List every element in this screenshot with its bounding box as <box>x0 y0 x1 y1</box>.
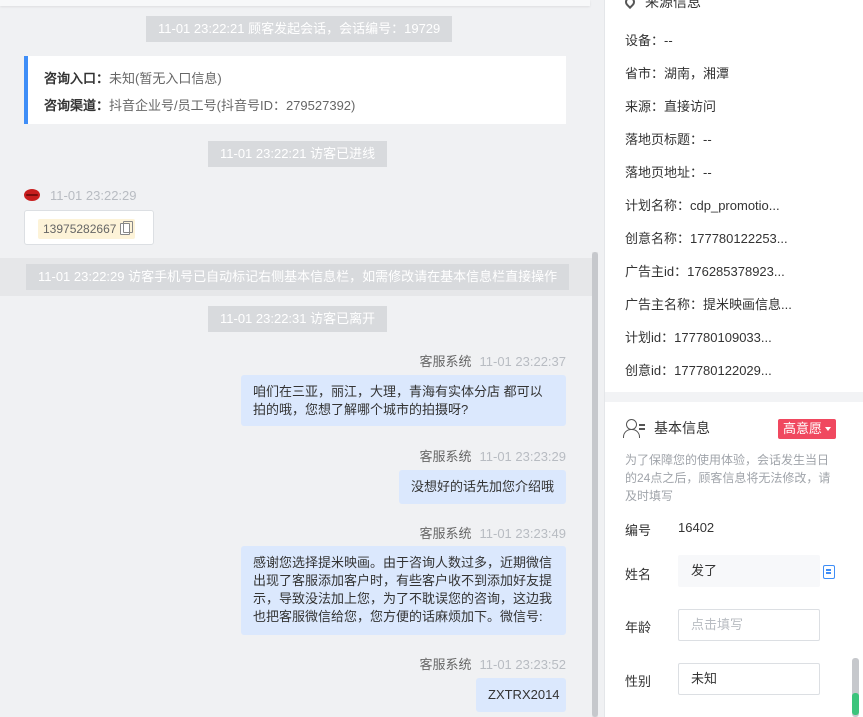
agent-message-header: 客服系统 11-01 23:23:49 <box>419 523 566 542</box>
agent-message-bubble: 咱们在三亚，丽江，大理，青海有实体分店 都可以拍的哦，您想了解哪个城市的拍摄呀? <box>241 375 566 426</box>
source-row-landing-url: 落地页地址：-- <box>625 162 712 181</box>
source-row-value: 177780109033... <box>674 330 772 345</box>
consult-entry-label: 咨询入口： <box>44 71 110 86</box>
name-label: 姓名 <box>625 567 652 582</box>
source-row-value: 177780122029... <box>674 363 772 378</box>
source-row-label: 计划id： <box>625 330 675 345</box>
source-row-label: 来源： <box>625 99 665 114</box>
source-row-value: 177780122253... <box>690 231 788 246</box>
source-row-value: -- <box>703 165 712 180</box>
section-divider <box>605 392 863 402</box>
source-row-label: 广告主名称： <box>625 297 704 312</box>
agent-sender-name: 客服系统 <box>419 354 472 369</box>
name-field[interactable]: 发了 <box>678 555 820 587</box>
visitor-entered-notice: 11-01 23:22:21 访客已进线 <box>208 141 388 167</box>
agent-message-header: 客服系统 11-01 23:23:29 <box>419 446 566 465</box>
visitor-phone-number: 13975282667 <box>43 222 117 236</box>
source-row-label: 省市： <box>625 66 665 81</box>
edit-deadline-hint: 为了保障您的使用体验，会话发生当日的24点之后，顾客信息将无法修改，请及时填写 <box>625 453 831 503</box>
edit-icon[interactable] <box>823 565 835 579</box>
agent-message-time: 11-01 23:22:37 <box>479 354 567 369</box>
source-row-advertiser-name: 广告主名称：提米映画信息... <box>625 294 792 313</box>
source-info-title: 来源信息 <box>622 0 701 12</box>
source-row-label: 落地页标题： <box>625 132 704 147</box>
copy-icon[interactable] <box>120 221 134 235</box>
location-pin-icon <box>622 0 638 10</box>
session-start-notice: 11-01 23:22:21 顾客发起会话，会话编号：19729 <box>146 16 453 42</box>
source-row-label: 落地页地址： <box>625 165 704 180</box>
source-row-value: cdp_promotio... <box>690 198 780 213</box>
agent-sender-name: 客服系统 <box>419 526 472 541</box>
source-row-plan-id: 计划id：177780109033... <box>625 327 772 346</box>
source-row-label: 广告主id： <box>625 264 688 279</box>
customer-info-panel: 来源信息 设备：-- 省市：湖南，湘潭 来源：直接访问 落地页标题：-- 落地页… <box>604 0 863 717</box>
gender-field[interactable]: 未知 <box>678 663 820 695</box>
source-row-source: 来源：直接访问 <box>625 96 716 115</box>
source-row-value: 直接访问 <box>664 99 717 114</box>
age-label: 年龄 <box>625 620 652 635</box>
agent-message-time: 11-01 23:23:49 <box>479 526 567 541</box>
agent-message-header: 客服系统 11-01 23:22:37 <box>419 351 566 370</box>
basic-info-title-text: 基本信息 <box>654 420 710 436</box>
intent-level-label: 高意愿 <box>783 421 823 436</box>
chat-panel: 11-01 23:22:21 顾客发起会话，会话编号：19729 咨询入口：未知… <box>0 0 603 717</box>
visitor-message-time: 11-01 23:22:29 <box>50 187 137 203</box>
chat-scrollbar-thumb[interactable] <box>592 252 598 717</box>
source-row-landing-title: 落地页标题：-- <box>625 129 712 148</box>
source-row-province: 省市：湖南，湘潭 <box>625 63 729 82</box>
source-row-value: 176285378923... <box>687 264 785 279</box>
source-info-title-text: 来源信息 <box>645 0 701 10</box>
id-value: 16402 <box>678 520 715 535</box>
visitor-message-header: 11-01 23:22:29 <box>24 185 137 205</box>
info-panel-scrollbar[interactable] <box>852 658 859 717</box>
chat-scrollbar[interactable] <box>592 252 598 717</box>
consult-entry-value: 未知(暂无入口信息) <box>109 71 222 86</box>
agent-message-bubble: ZXTRX2014 <box>476 678 566 712</box>
agent-message-time: 11-01 23:23:29 <box>479 449 567 464</box>
basic-info-title: 基本信息 <box>623 418 710 438</box>
agent-message-time: 11-01 23:23:52 <box>479 657 567 672</box>
visitor-phone-card: 13975282667 <box>24 210 154 245</box>
source-row-label: 设备： <box>625 33 665 48</box>
source-row-plan-name: 计划名称：cdp_promotio... <box>625 195 780 214</box>
consult-channel-value: 抖音企业号/员工号(抖音号ID：279527392) <box>109 98 356 113</box>
source-row-value: 湖南，湘潭 <box>664 66 730 81</box>
user-info-icon <box>623 419 645 438</box>
source-row-label: 创意id： <box>625 363 675 378</box>
source-row-creative-id: 创意id：177780122029... <box>625 360 772 379</box>
id-label: 编号 <box>625 523 652 538</box>
age-field[interactable]: 点击填写 <box>678 609 820 641</box>
source-row-creative-name: 创意名称：177780122253... <box>625 228 788 247</box>
consult-channel-row: 咨询渠道：抖音企业号/员工号(抖音号ID：279527392) <box>44 92 566 119</box>
source-row-label: 创意名称： <box>625 231 691 246</box>
caret-down-icon <box>825 427 832 431</box>
consult-info-card: 咨询入口：未知(暂无入口信息) 咨询渠道：抖音企业号/员工号(抖音号ID：279… <box>24 56 566 124</box>
phone-auto-tag-notice-bar: 11-01 23:22:29 访客手机号已自动标记右侧基本信息栏，如需修改请在基… <box>0 258 592 296</box>
visitor-phone-chip[interactable]: 13975282667 <box>38 219 136 239</box>
visitor-left-notice: 11-01 23:22:31 访客已离开 <box>208 306 388 332</box>
intent-level-dropdown[interactable]: 高意愿 <box>778 419 837 439</box>
chat-top-bar <box>0 0 590 6</box>
source-row-label: 计划名称： <box>625 198 691 213</box>
source-row-value: -- <box>703 132 712 147</box>
agent-message-bubble: 没想好的话先加您介绍哦 <box>399 470 566 504</box>
consult-entry-row: 咨询入口：未知(暂无入口信息) <box>44 65 566 92</box>
agent-message-bubble: 感谢您选择提米映画。由于咨询人数过多，近期微信出现了客服添加客户时，有些客户收不… <box>241 546 566 635</box>
source-row-device: 设备：-- <box>625 30 673 49</box>
source-row-value: -- <box>664 33 673 48</box>
gender-label: 性别 <box>625 674 652 689</box>
agent-sender-name: 客服系统 <box>419 449 472 464</box>
source-row-value: 提米映画信息... <box>703 297 792 312</box>
consult-channel-label: 咨询渠道： <box>44 98 110 113</box>
agent-sender-name: 客服系统 <box>419 657 472 672</box>
source-row-advertiser-id: 广告主id：176285378923... <box>625 261 785 280</box>
phone-auto-tag-notice: 11-01 23:22:29 访客手机号已自动标记右侧基本信息栏，如需修改请在基… <box>26 264 570 290</box>
agent-message-header: 客服系统 11-01 23:23:52 <box>419 654 566 673</box>
visitor-avatar-icon <box>24 189 40 201</box>
